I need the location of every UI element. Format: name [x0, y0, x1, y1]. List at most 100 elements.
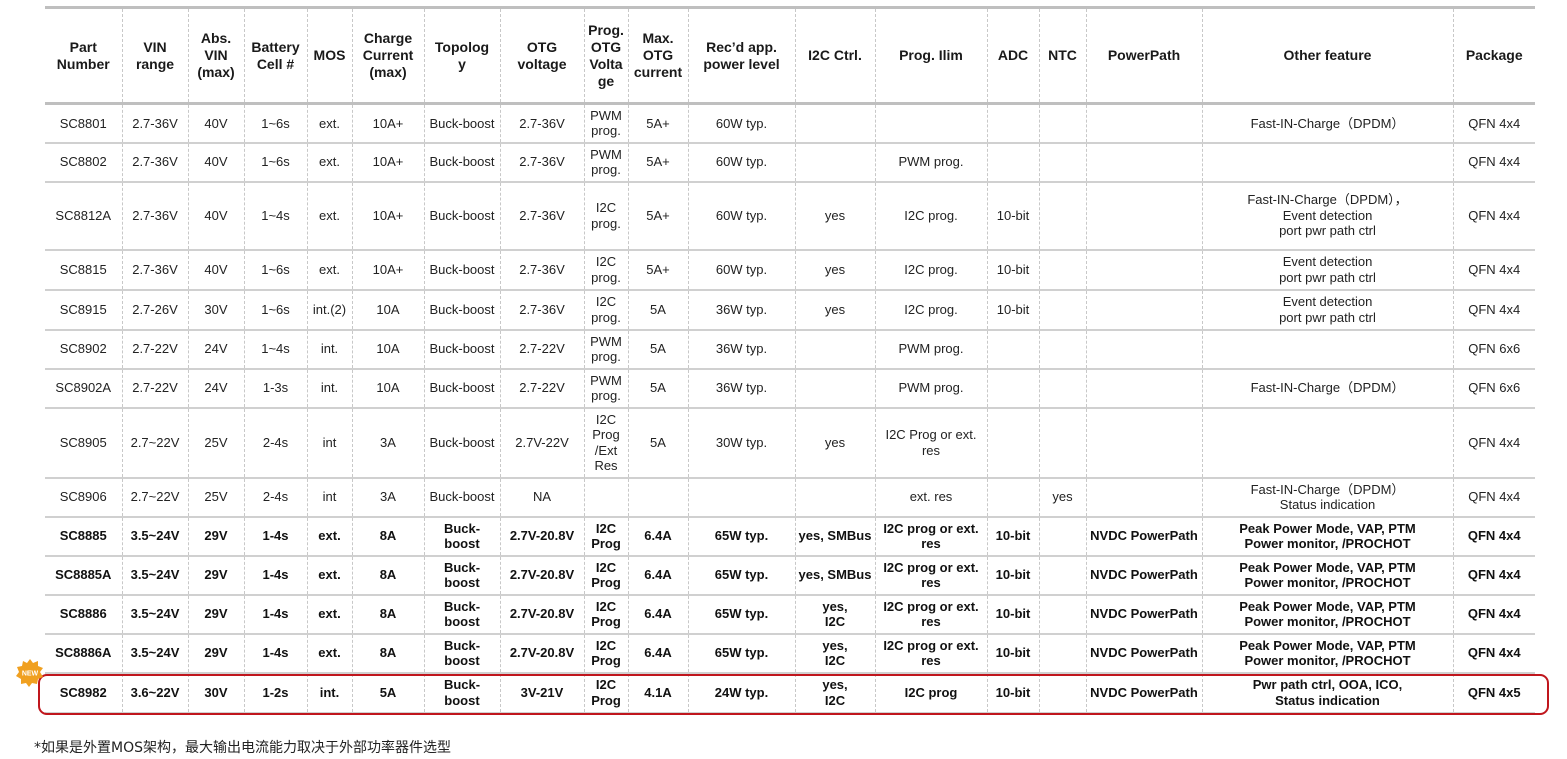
cell-package: QFN 6x6: [1452, 329, 1535, 369]
cell-ntc: [1038, 249, 1086, 290]
cell-adc: 10-bit: [986, 249, 1039, 290]
table-row: SC8801 2.7-36V 40V 1~6s ext. 10A+ Buck-boost 2.…: [45, 103, 1535, 143]
cell-i2c-ctrl: yes, SMBus: [794, 516, 875, 556]
product-table-container: Part Number VIN range Abs. VIN (max) Batter…: [45, 6, 1535, 714]
cell-adc: [986, 103, 1039, 143]
cell-max-otg-current: 5A+: [627, 142, 688, 182]
cell-ntc: [1038, 142, 1086, 182]
cell-power-level: 60W typ.: [687, 249, 795, 290]
cell-prog-otg-voltage: I2C Prog: [583, 516, 628, 556]
cell-prog-otg-voltage: I2C Prog: [583, 633, 628, 673]
cell-package: QFN 4x4: [1452, 516, 1535, 556]
table-row: SC8886 3.5~24V 29V 1-4s ext. 8A Buck- boost 2.7…: [45, 594, 1535, 634]
cell-part-number: SC8906: [59, 489, 107, 505]
cell-part-number: SC8902: [59, 341, 107, 357]
cell-i2c-ctrl: [794, 103, 875, 143]
header-part-number: Part Number: [56, 38, 110, 72]
cell-mos: int.: [306, 329, 352, 369]
cell-prog-otg-voltage: PWM prog.: [583, 103, 628, 143]
cell-package: QFN 4x4: [1452, 407, 1535, 478]
cell-package: QFN 4x4: [1452, 633, 1535, 673]
cell-prog-otg-voltage: I2C Prog: [583, 594, 628, 634]
cell-other-feature: Peak Power Mode, VAP, PTM Power monitor,…: [1201, 555, 1453, 595]
cell-mos: int.: [306, 368, 352, 408]
header-package: Package: [1452, 7, 1535, 104]
cell-abs-vin-max: 40V: [187, 103, 244, 143]
cell-i2c-ctrl: yes, SMBus: [794, 555, 875, 595]
cell-otg-voltage: 2.7V-22V: [499, 407, 584, 478]
cell-other-feature: Peak Power Mode, VAP, PTM Power monitor,…: [1201, 594, 1453, 634]
footnote: *如果是外置MOS架构，最大输出电流能力取决于外部功率器件选型: [34, 740, 451, 756]
cell-adc: 10-bit: [986, 633, 1039, 673]
cell-battery-cell: 1-4s: [243, 594, 307, 634]
cell-powerpath: [1085, 289, 1202, 330]
cell-ntc: [1038, 103, 1086, 143]
cell-battery-cell: 1~6s: [243, 103, 307, 143]
cell-ntc: [1038, 181, 1086, 250]
cell-prog-ilim: I2C prog or ext. res: [874, 594, 987, 634]
cell-package: QFN 4x4: [1452, 555, 1535, 595]
cell-part-number: SC8886A: [55, 645, 112, 661]
cell-topology: Buck-boost: [423, 103, 500, 143]
cell-otg-voltage: 2.7V-20.8V: [499, 633, 584, 673]
cell-charge-current: 10A: [351, 329, 424, 369]
cell-powerpath: [1085, 181, 1202, 250]
cell-adc: [986, 407, 1039, 478]
cell-topology: Buck-boost: [423, 368, 500, 408]
header-vin-range: VIN range: [121, 7, 188, 104]
cell-charge-current: 8A: [351, 633, 424, 673]
cell-package: QFN 4x4: [1452, 103, 1535, 143]
cell-mos: ext.: [306, 142, 352, 182]
cell-battery-cell: 1-3s: [243, 368, 307, 408]
cell-adc: [986, 142, 1039, 182]
product-comparison-table: Part Number VIN range Abs. VIN (max) Batter…: [45, 6, 1535, 714]
cell-prog-otg-voltage: I2C prog.: [583, 289, 628, 330]
cell-mos: int: [306, 407, 352, 478]
cell-abs-vin-max: 29V: [187, 633, 244, 673]
header-powerpath: PowerPath: [1085, 7, 1202, 104]
cell-package: QFN 4x4: [1452, 289, 1535, 330]
cell-vin-range: 3.5~24V: [121, 633, 188, 673]
cell-charge-current: 3A: [351, 407, 424, 478]
cell-ntc: [1038, 289, 1086, 330]
header-ntc: NTC: [1038, 7, 1086, 104]
cell-prog-otg-voltage: PWM prog.: [583, 142, 628, 182]
cell-adc: 10-bit: [986, 289, 1039, 330]
cell-battery-cell: 1-4s: [243, 633, 307, 673]
cell-abs-vin-max: 29V: [187, 555, 244, 595]
cell-prog-ilim: ext. res: [874, 477, 987, 517]
cell-topology: Buck-boost: [423, 289, 500, 330]
cell-max-otg-current: 5A: [627, 407, 688, 478]
new-badge-icon: NEW: [16, 659, 43, 687]
cell-prog-otg-voltage: I2C Prog /Ext Res: [583, 407, 628, 478]
cell-charge-current: 10A+: [351, 181, 424, 250]
cell-max-otg-current: 5A: [627, 329, 688, 369]
cell-powerpath: [1085, 407, 1202, 478]
cell-powerpath: [1085, 329, 1202, 369]
header-other-feature: Other feature: [1201, 7, 1453, 104]
cell-powerpath: [1085, 142, 1202, 182]
cell-topology: Buck-boost: [423, 407, 500, 478]
cell-other-feature: Fast-IN-Charge（DPDM） Status indication: [1201, 477, 1453, 517]
header-abs-vin-max: Abs. VIN (max): [187, 7, 244, 104]
cell-battery-cell: 1~4s: [243, 329, 307, 369]
header-prog-ilim: Prog. Ilim: [874, 7, 987, 104]
cell-topology: Buck-boost: [423, 477, 500, 517]
cell-mos: ext.: [306, 516, 352, 556]
cell-topology: Buck- boost: [423, 594, 500, 634]
cell-charge-current: 10A+: [351, 249, 424, 290]
header-otg-voltage: OTG voltage: [499, 7, 584, 104]
cell-package: QFN 4x4: [1452, 477, 1535, 517]
cell-topology: Buck-boost: [423, 181, 500, 250]
cell-prog-ilim: PWM prog.: [874, 329, 987, 369]
cell-powerpath: [1085, 477, 1202, 517]
cell-otg-voltage: NA: [499, 477, 584, 517]
cell-abs-vin-max: 40V: [187, 249, 244, 290]
cell-max-otg-current: 5A: [627, 289, 688, 330]
header-prog-otg-voltage: Prog. OTG Volta ge: [583, 7, 628, 104]
cell-charge-current: 3A: [351, 477, 424, 517]
cell-power-level: 36W typ.: [687, 368, 795, 408]
cell-prog-otg-voltage: I2C prog.: [583, 181, 628, 250]
cell-topology: Buck- boost: [423, 516, 500, 556]
cell-ntc: [1038, 516, 1086, 556]
